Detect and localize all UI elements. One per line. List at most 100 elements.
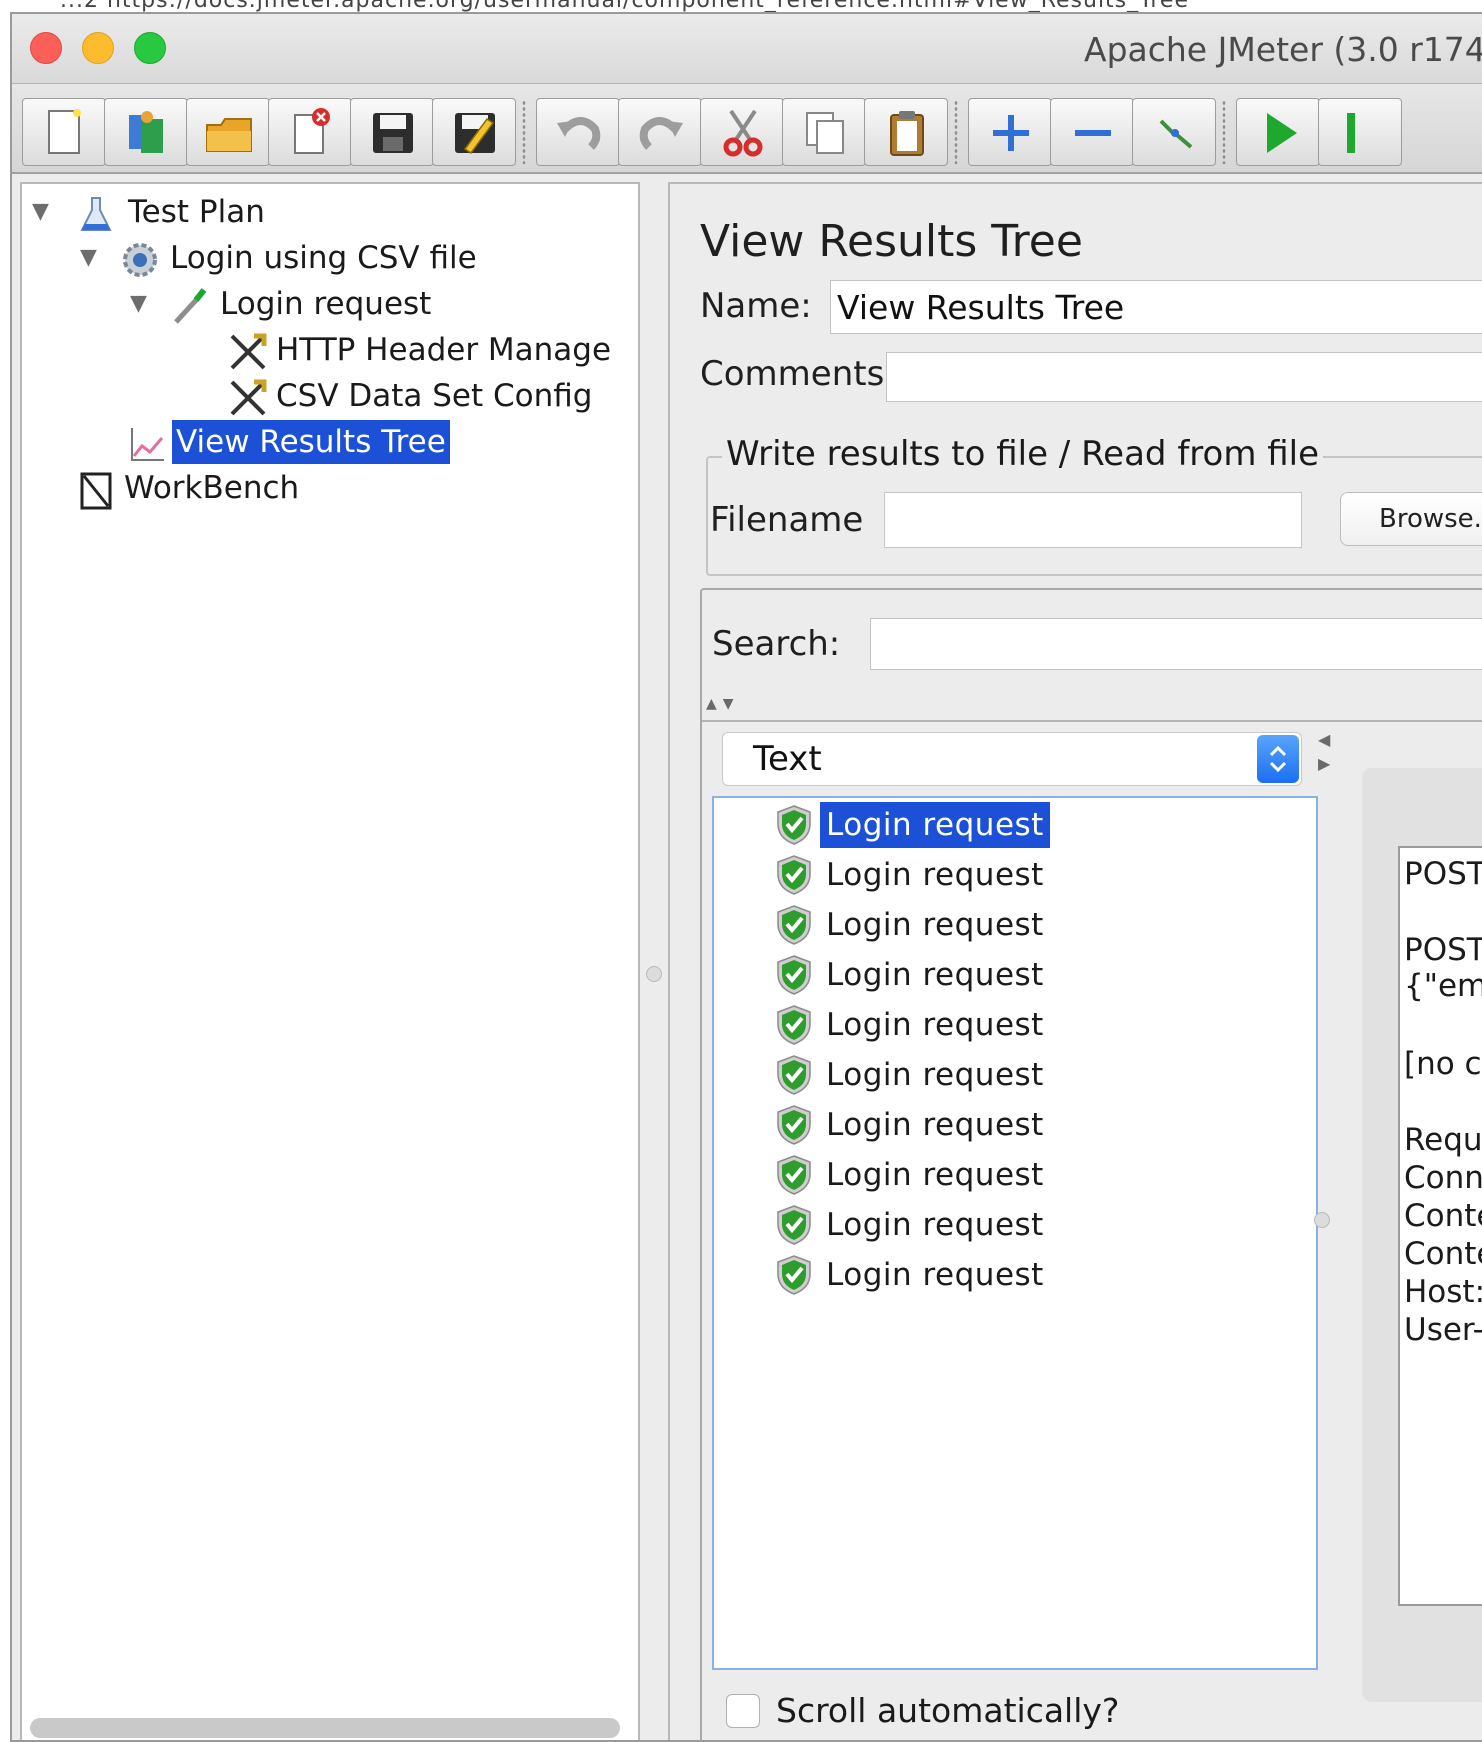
new-document-icon <box>48 109 81 154</box>
redo-button[interactable] <box>618 98 702 166</box>
file-fieldset-legend: Write results to file / Read from file <box>722 434 1324 474</box>
tree-item-label: HTTP Header Manage <box>276 332 612 368</box>
templates-icon <box>129 111 163 153</box>
expand-button[interactable] <box>968 98 1052 166</box>
pane-splitter[interactable] <box>640 182 670 1740</box>
vertical-split-arrows[interactable]: ▲▼ <box>706 696 740 712</box>
tree-item-label: Test Plan <box>128 194 265 230</box>
toggle-button[interactable] <box>1132 98 1216 166</box>
paste-icon <box>890 111 924 156</box>
save-icon <box>373 113 413 153</box>
workbench-icon <box>80 472 112 510</box>
tree-item-label: CSV Data Set Config <box>276 378 593 414</box>
name-label: Name: <box>700 286 812 326</box>
page-title: View Results Tree <box>700 216 1083 267</box>
success-shield-icon <box>777 1055 811 1095</box>
close-button[interactable] <box>268 98 352 166</box>
tree-expand-toggle[interactable]: ▼ <box>32 190 49 234</box>
filename-label: Filename <box>710 500 864 540</box>
name-field[interactable] <box>830 280 1482 334</box>
tree-item-label: Login request <box>220 286 432 322</box>
success-shield-icon <box>777 805 811 845</box>
play-icon <box>1347 113 1355 153</box>
renderer-select[interactable]: Text <box>722 732 1302 786</box>
success-shield-icon <box>777 955 811 995</box>
scroll-automatically-option[interactable]: Scroll automatically? <box>726 1688 1166 1736</box>
result-item-label: Login request <box>826 1107 1044 1143</box>
tree-expand-toggle[interactable]: ▼ <box>130 282 147 326</box>
chart-icon <box>131 428 164 461</box>
toolbar-separator <box>522 100 526 164</box>
result-item-label: Login request <box>826 857 1044 893</box>
url-fragment: ...2 https://docs.jmeter.apache.org/user… <box>60 0 1189 12</box>
splitter-grip[interactable] <box>646 966 662 982</box>
comments-label: Comments: <box>700 354 896 394</box>
toolbar-separator <box>954 100 958 164</box>
detail-line: POST <box>1404 856 1482 892</box>
result-item-label: Login request <box>826 1157 1044 1193</box>
result-item-label: Login request <box>826 957 1044 993</box>
browse-button[interactable]: Browse... <box>1340 492 1482 546</box>
start-button[interactable] <box>1236 98 1320 166</box>
success-shield-icon <box>777 855 811 895</box>
window-minimize-button[interactable] <box>82 32 114 64</box>
success-shield-icon <box>777 1105 811 1145</box>
save-button[interactable] <box>350 98 434 166</box>
tree-item-label: WorkBench <box>124 470 300 506</box>
success-shield-icon <box>777 905 811 945</box>
chevron-up-down-icon <box>1269 745 1287 773</box>
result-item-label: Login request <box>826 907 1044 943</box>
window-close-button[interactable] <box>30 32 62 64</box>
collapse-button[interactable] <box>1050 98 1134 166</box>
toggle-icon <box>1159 119 1193 149</box>
new-button[interactable] <box>22 98 106 166</box>
templates-button[interactable] <box>104 98 188 166</box>
cut-button[interactable] <box>700 98 784 166</box>
result-item-label: Login request <box>826 1007 1044 1043</box>
search-input[interactable] <box>870 618 1482 670</box>
tree-expand-toggle[interactable]: ▼ <box>80 236 97 280</box>
filename-field[interactable] <box>884 492 1302 548</box>
result-item-label: Login request <box>826 1207 1044 1243</box>
detail-line: Conte <box>1404 1198 1482 1234</box>
result-item-label: Login request <box>820 802 1050 848</box>
tools-icon <box>230 333 267 370</box>
horizontal-split-arrows[interactable]: ◀ ▶ <box>1318 728 1330 776</box>
detail-line: Host: <box>1404 1274 1482 1310</box>
inner-divider <box>702 720 1482 722</box>
open-button[interactable] <box>186 98 270 166</box>
detail-line: {"ema <box>1404 968 1482 1004</box>
scroll-automatically-label: Scroll automatically? <box>776 1691 1120 1730</box>
success-shield-icon <box>777 1155 811 1195</box>
detail-line: User- <box>1404 1312 1482 1348</box>
copy-icon <box>806 112 844 154</box>
collapse-icon <box>1075 130 1111 136</box>
results-tree-panel: View Results Tree Name: Comments: Write … <box>668 182 1482 1740</box>
undo-button[interactable] <box>536 98 620 166</box>
comments-field[interactable] <box>886 352 1482 402</box>
pipette-icon <box>174 288 207 324</box>
tools-icon <box>230 379 267 416</box>
splitter-grip[interactable] <box>1314 1212 1330 1228</box>
title-bar: Apache JMeter (3.0 r174 <box>12 14 1482 84</box>
select-stepper[interactable] <box>1257 735 1299 783</box>
window-maximize-button[interactable] <box>134 32 166 64</box>
request-detail-text: POSTPOST{"ema[no coRequeConneConteConteH… <box>1398 846 1482 1606</box>
success-shield-icon <box>777 1255 811 1295</box>
copy-button[interactable] <box>782 98 866 166</box>
toolbar <box>12 84 1482 174</box>
scroll-automatically-checkbox[interactable] <box>726 1694 760 1728</box>
cut-icon <box>723 109 763 157</box>
detail-line: Conte <box>1404 1236 1482 1272</box>
save-as-button[interactable] <box>432 98 516 166</box>
detail-line: [no co <box>1404 1046 1482 1082</box>
undo-icon <box>557 117 601 150</box>
gear-icon <box>123 243 157 277</box>
tree-horizontal-scrollbar[interactable] <box>30 1718 620 1738</box>
result-item-label: Login request <box>826 1257 1044 1293</box>
start-no-pauses-button[interactable] <box>1318 98 1402 166</box>
save-as-icon <box>455 113 495 155</box>
detail-line: Reque <box>1404 1122 1482 1158</box>
tree-item-label: View Results Tree <box>172 420 450 464</box>
paste-button[interactable] <box>864 98 948 166</box>
